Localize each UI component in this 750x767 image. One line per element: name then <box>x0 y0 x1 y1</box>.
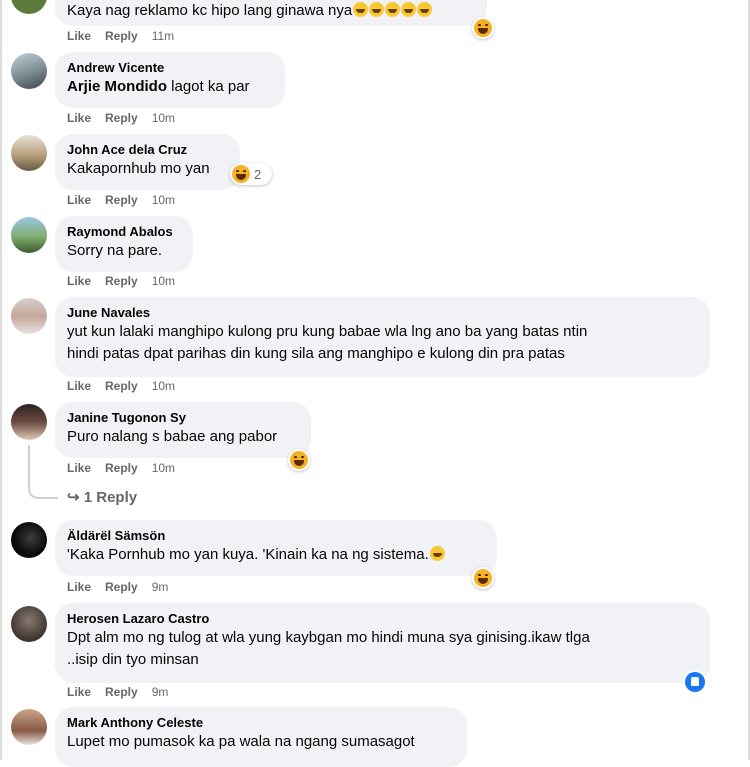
comment-author[interactable]: Janine Tugonon Sy <box>67 410 299 426</box>
comment-text: Lupet mo pumasok ka pa wala na ngang sum… <box>67 733 415 750</box>
reply-button[interactable]: Reply <box>105 685 138 699</box>
comment-text: Sorry na pare. <box>67 242 163 259</box>
laughing-emoji-icon <box>417 2 433 17</box>
comment-actions: Like Reply 10m <box>67 193 175 207</box>
laughing-emoji-icon <box>429 546 445 561</box>
like-button[interactable]: Like <box>67 111 91 125</box>
reply-button[interactable]: Reply <box>105 193 138 207</box>
reply-button[interactable]: Reply <box>105 274 138 288</box>
avatar[interactable] <box>11 606 47 642</box>
thread-connector <box>28 445 58 499</box>
comment-author[interactable]: Äldärël Sämsön <box>67 528 485 544</box>
laugh-reaction-icon[interactable] <box>472 17 494 39</box>
comment-timestamp[interactable]: 10m <box>152 461 175 475</box>
like-button[interactable]: Like <box>67 379 91 393</box>
comment-text-line: yut kun lalaki manghipo kulong pru kung … <box>67 323 588 340</box>
comment-actions: Like Reply 9m <box>67 685 168 699</box>
avatar[interactable] <box>11 135 47 171</box>
comment-text: Kakapornhub mo yan <box>67 160 210 177</box>
comment-bubble: Mark Anthony Celeste Lupet mo pumasok ka… <box>55 707 467 767</box>
comment-timestamp[interactable]: 10m <box>152 379 175 393</box>
avatar[interactable] <box>11 298 47 334</box>
laughing-emoji-icon <box>369 2 385 17</box>
reply-button[interactable]: Reply <box>105 111 138 125</box>
comment-bubble: Äldärël Sämsön 'Kaka Pornhub mo yan kuya… <box>55 520 497 576</box>
avatar[interactable] <box>11 0 47 14</box>
comment-bubble: Andrew Vicente Arjie Mondido lagot ka pa… <box>55 52 285 108</box>
comment-text: Puro nalang s babae ang pabor <box>67 428 278 445</box>
like-button[interactable]: Like <box>67 461 91 475</box>
avatar[interactable] <box>11 217 47 253</box>
comment-author[interactable]: Herosen Lazaro Castro <box>67 611 698 627</box>
comment-author[interactable]: Andrew Vicente <box>67 60 273 76</box>
comment-bubble: Janine Tugonon Sy Puro nalang s babae an… <box>55 402 311 458</box>
comment-text: 'Kaka Pornhub mo yan kuya. 'Kinain ka na… <box>67 546 429 563</box>
comment-author[interactable]: Mark Anthony Celeste <box>67 715 455 731</box>
view-replies-link[interactable]: ↪ 1 Reply <box>67 488 137 506</box>
avatar[interactable] <box>11 522 47 558</box>
window-frame-left <box>0 0 2 760</box>
laughing-emoji-icon <box>385 2 401 17</box>
comment-actions: Like Reply 10m <box>67 274 175 288</box>
like-button[interactable]: Like <box>67 193 91 207</box>
comment-timestamp[interactable]: 11m <box>152 29 174 43</box>
comment-bubble: John Ace dela Cruz Kakapornhub mo yan <box>55 134 240 190</box>
comment-bubble: Raymond Abalos Sorry na pare. <box>55 216 193 272</box>
like-button[interactable]: Like <box>67 274 91 288</box>
comment-bubble: Kaya nag reklamo kc hipo lang ginawa nya <box>55 0 487 26</box>
like-button[interactable]: Like <box>67 685 91 699</box>
comment-text-line: Dpt alm mo ng tulog at wla yung kaybgan … <box>67 629 590 646</box>
avatar[interactable] <box>11 53 47 89</box>
reply-button[interactable]: Reply <box>105 29 138 43</box>
comment-timestamp[interactable]: 10m <box>152 193 175 207</box>
reaction-count: 2 <box>254 166 262 182</box>
avatar[interactable] <box>11 404 47 440</box>
comment-author[interactable]: June Navales <box>67 305 698 321</box>
like-reaction-icon[interactable] <box>685 672 705 692</box>
comment-text: lagot ka par <box>167 78 250 95</box>
like-button[interactable]: Like <box>67 29 91 43</box>
avatar[interactable] <box>11 709 47 745</box>
laughing-emoji-icon <box>401 2 417 17</box>
view-replies-label: 1 Reply <box>83 489 138 506</box>
mention-link[interactable]: Arjie Mondido <box>67 78 167 95</box>
comment-timestamp[interactable]: 10m <box>152 111 175 125</box>
comment-author[interactable]: Raymond Abalos <box>67 224 181 240</box>
laughing-emoji-icon <box>353 2 369 17</box>
laugh-reaction-icon[interactable] <box>288 449 310 471</box>
reply-arrow-icon: ↪ <box>67 489 80 506</box>
comment-bubble: Herosen Lazaro Castro Dpt alm mo ng tulo… <box>55 603 710 683</box>
comment-timestamp[interactable]: 9m <box>152 580 169 594</box>
reply-button[interactable]: Reply <box>105 461 138 475</box>
comment-timestamp[interactable]: 10m <box>152 274 175 288</box>
comment-actions: Like Reply 10m <box>67 379 175 393</box>
comment-text: Kaya nag reklamo kc hipo lang ginawa nya <box>67 2 353 19</box>
comment-timestamp[interactable]: 9m <box>152 685 169 699</box>
comment-bubble: June Navales yut kun lalaki manghipo kul… <box>55 297 710 377</box>
reply-button[interactable]: Reply <box>105 379 138 393</box>
laugh-reaction-badge[interactable]: 2 <box>230 163 272 185</box>
comment-actions: Like Reply 9m <box>67 580 168 594</box>
reply-button[interactable]: Reply <box>105 580 138 594</box>
comment-author[interactable]: John Ace dela Cruz <box>67 142 228 158</box>
comment-text-line: hindi patas dpat parihas din kung sila a… <box>67 345 565 362</box>
comment-text-line: ..isip din tyo minsan <box>67 651 199 668</box>
laugh-reaction-icon[interactable] <box>472 567 494 589</box>
comment-actions: Like Reply 10m <box>67 111 175 125</box>
comment-actions: Like Reply 11m <box>67 29 174 43</box>
laugh-reaction-icon <box>232 165 250 183</box>
comment-actions: Like Reply 10m <box>67 461 175 475</box>
like-button[interactable]: Like <box>67 580 91 594</box>
